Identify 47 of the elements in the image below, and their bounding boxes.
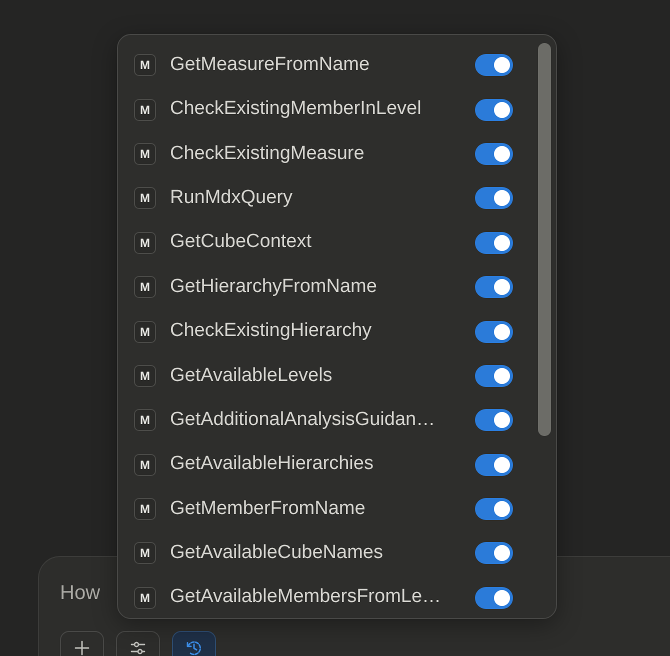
tool-name: GetHierarchyFromName xyxy=(170,276,378,299)
tool-toggle[interactable] xyxy=(475,142,513,165)
filter-button[interactable] xyxy=(116,631,160,656)
tool-source-tag: M xyxy=(134,364,156,387)
add-button[interactable] xyxy=(60,631,104,656)
tool-name: GetAvailableMembersFromLe… xyxy=(170,586,442,610)
tool-name: RunMdxQuery xyxy=(170,186,294,210)
tool-name: GetMemberFromName xyxy=(170,498,366,520)
tool-source-tag: M xyxy=(134,498,156,520)
tool-source-tag: M xyxy=(134,54,156,76)
clock-icon xyxy=(186,640,202,656)
scrollbar-thumb[interactable] xyxy=(538,43,551,436)
tool-source-tag: M xyxy=(134,454,156,476)
tool-name: CheckExistingMemberInLevel xyxy=(170,98,422,121)
tool-source-tag: M xyxy=(134,320,156,343)
tool-source-tag: M xyxy=(134,586,156,609)
tool-source-tag: M xyxy=(134,98,156,121)
tool-name: GetAvailableHierarchies xyxy=(170,453,374,476)
tool-source-tag: M xyxy=(134,232,156,254)
history-button[interactable] xyxy=(172,631,216,656)
tool-name: GetMeasureFromName xyxy=(170,54,371,77)
message-input[interactable]: How xyxy=(60,580,106,606)
tool-source-tag: M xyxy=(134,542,156,564)
tool-toggle[interactable] xyxy=(475,364,513,387)
tool-toggle[interactable] xyxy=(475,586,513,609)
plus-icon xyxy=(74,640,90,656)
tool-toggle[interactable] xyxy=(475,542,513,564)
tool-toggle[interactable] xyxy=(475,98,513,121)
tool-name: CheckExistingHierarchy xyxy=(170,320,373,343)
tool-toggle[interactable] xyxy=(475,320,513,343)
tool-name: CheckExistingMeasure xyxy=(170,142,366,166)
tool-toggle[interactable] xyxy=(475,187,513,210)
tool-name: GetCubeContext xyxy=(170,231,313,254)
tool-name: GetAdditionalAnalysisGuidan… xyxy=(170,408,436,432)
tool-toggle[interactable] xyxy=(475,276,513,298)
sliders-icon xyxy=(130,640,146,656)
tool-toggle[interactable] xyxy=(475,498,513,520)
tool-source-tag: M xyxy=(134,187,156,210)
tool-toggle[interactable] xyxy=(475,409,513,432)
tool-toggle[interactable] xyxy=(475,454,513,476)
tool-toggle[interactable] xyxy=(475,54,513,76)
tool-toggle[interactable] xyxy=(475,232,513,254)
tool-name: GetAvailableCubeNames xyxy=(170,542,384,565)
tool-source-tag: M xyxy=(134,276,156,298)
tool-name: GetAvailableLevels xyxy=(170,364,334,388)
tool-source-tag: M xyxy=(134,409,156,432)
tool-source-tag: M xyxy=(134,142,156,165)
